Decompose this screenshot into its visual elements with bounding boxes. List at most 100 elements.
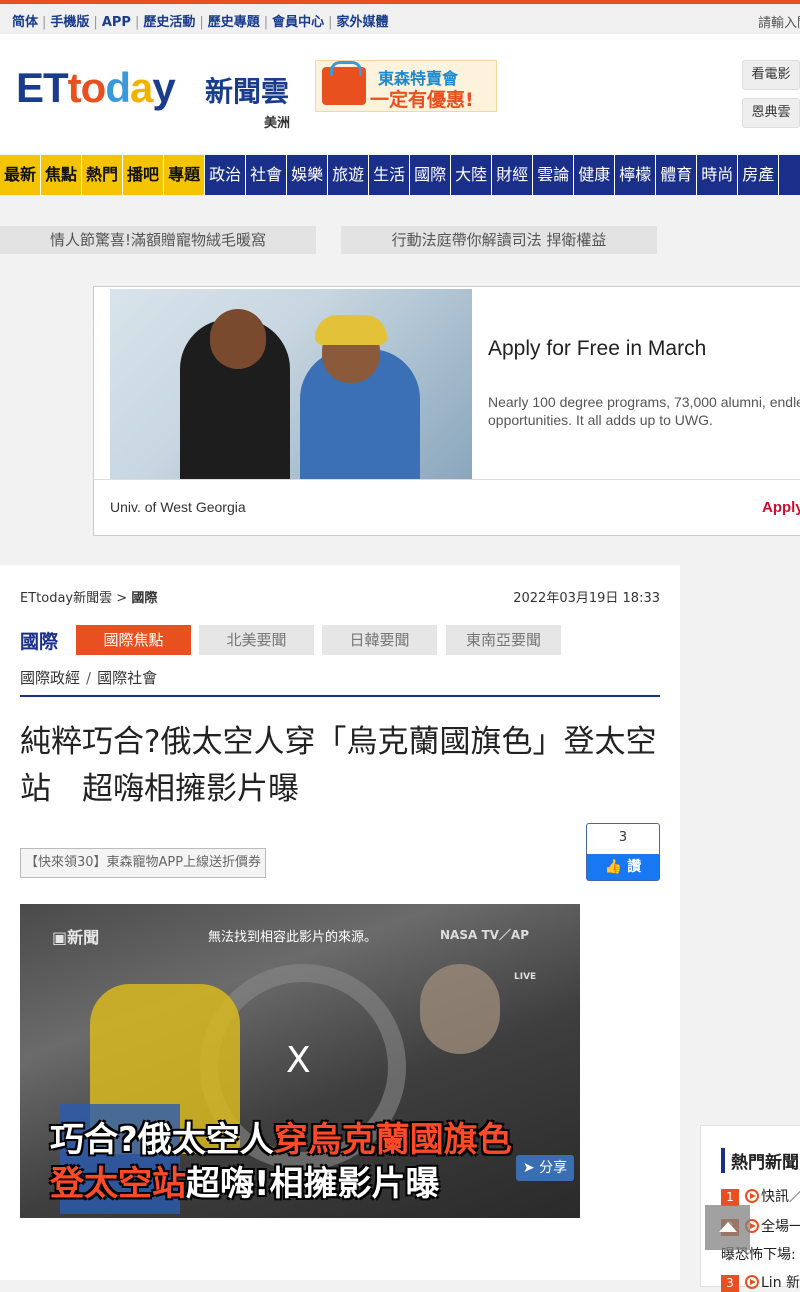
share-icon: ➤ — [522, 1160, 535, 1176]
nav-health[interactable]: 健康 — [574, 155, 616, 195]
caption2-red: 登太空站 — [50, 1164, 186, 1204]
logo-cn-text[interactable]: 新聞雲 — [205, 70, 289, 110]
video-live-badge: LIVE — [514, 972, 537, 982]
nav-society[interactable]: 社會 — [246, 155, 288, 195]
site-logo[interactable]: ETtoday — [16, 64, 176, 112]
article-headline: 純粹巧合?俄太空人穿「烏克蘭國旗色」登太空站 超嗨相擁影片曝 — [20, 724, 657, 807]
caption1-red: 穿烏克蘭國旗色 — [273, 1120, 512, 1160]
nav-fashion[interactable]: 時尚 — [697, 155, 739, 195]
section-title[interactable]: 國際 — [20, 627, 58, 654]
caption1-white: 巧合?俄太空人 — [50, 1120, 274, 1160]
hot-news-text[interactable]: Lin 新 — [761, 1275, 800, 1291]
article-date: 2022年03月19日 18:33 — [513, 591, 660, 606]
top-utility-bar: 简体|手機版|APP|歷史活動|歷史專題|會員中心|家外媒體 請輸入關 — [0, 0, 800, 34]
ad-person-2-hair — [315, 315, 387, 345]
subcategory-links: 國際政經 / 國際社會 — [20, 669, 158, 687]
promo-banner[interactable]: 東森特賣會 一定有優惠! — [315, 60, 497, 112]
play-icon — [745, 1189, 759, 1203]
section-divider — [20, 695, 660, 697]
shopping-bag-icon — [322, 61, 366, 105]
video-player[interactable]: ▣新聞 無法找到相容此影片的來源。 NASA TV／AP LIVE X 巧合?俄… — [20, 904, 580, 1218]
hot-news-item[interactable]: 1 快訊／ — [721, 1186, 800, 1206]
video-error-message: 無法找到相容此影片的來源。 — [208, 930, 378, 945]
movies-button[interactable]: 看電影 — [742, 60, 800, 90]
link-member-center[interactable]: 會員中心 — [272, 15, 324, 30]
link-outdoor-media[interactable]: 家外媒體 — [337, 15, 389, 30]
search-input-placeholder[interactable]: 請輸入關 — [758, 12, 800, 31]
video-caption-line1: 巧合?俄太空人穿烏克蘭國旗色 — [50, 1112, 512, 1161]
hot-news-item[interactable]: 3 Lin 新 — [721, 1272, 800, 1292]
rank-badge: 1 — [721, 1189, 739, 1206]
ad-photo — [110, 289, 472, 479]
breadcrumb-separator: > — [116, 591, 128, 606]
display-ad[interactable]: Apply for Free in March Nearly 100 degre… — [93, 286, 800, 536]
hot-news-title: 熱門新聞 — [721, 1148, 799, 1173]
video-share-button[interactable]: ➤ 分享 — [516, 1155, 574, 1181]
link-app[interactable]: APP — [102, 15, 131, 30]
link-simplified[interactable]: 简体 — [12, 15, 38, 30]
hot-news-text[interactable]: 全場一 — [761, 1219, 800, 1235]
link-mobile[interactable]: 手機版 — [50, 15, 89, 30]
nav-focus[interactable]: 焦點 — [41, 155, 83, 195]
tab-intl-focus[interactable]: 國際焦點 — [76, 625, 191, 655]
facebook-like-button[interactable]: 👍 讚 — [587, 854, 659, 880]
promo-coupon-link[interactable]: 【快來領30】東森寵物APP上線送折價券 — [20, 848, 266, 878]
share-label: 分享 — [539, 1160, 568, 1176]
nav-politics[interactable]: 政治 — [205, 155, 247, 195]
caption2-white: 超嗨!相擁影片曝 — [186, 1164, 440, 1204]
ad-description: Nearly 100 degree programs, 73,000 alumn… — [488, 394, 800, 428]
nav-international[interactable]: 國際 — [410, 155, 452, 195]
video-source-credit: NASA TV／AP — [440, 928, 529, 942]
nav-topics[interactable]: 專題 — [164, 155, 206, 195]
subcat-politics-economy[interactable]: 國際政經 — [20, 669, 80, 687]
tab-north-america[interactable]: 北美要聞 — [199, 625, 314, 655]
nav-bar[interactable]: 播吧 — [123, 155, 165, 195]
tab-southeast-asia[interactable]: 東南亞要聞 — [446, 625, 561, 655]
nav-realestate[interactable]: 房產 — [738, 155, 780, 195]
article-container: ETtoday新聞雲 > 國際 2022年03月19日 18:33 國際 國際焦… — [0, 565, 680, 1280]
thumbs-up-icon: 👍 — [604, 859, 623, 875]
nav-hot[interactable]: 熱門 — [82, 155, 124, 195]
video-brand-text: 新聞 — [67, 928, 100, 947]
nav-entertainment[interactable]: 娛樂 — [287, 155, 329, 195]
like-label: 讚 — [627, 859, 642, 875]
facebook-like-widget[interactable]: 3 👍 讚 — [586, 823, 660, 881]
nav-travel[interactable]: 旅遊 — [328, 155, 370, 195]
subcat-society[interactable]: 國際社會 — [97, 669, 157, 687]
link-history-events[interactable]: 歷史活動 — [143, 15, 195, 30]
video-caption-line2: 登太空站超嗨!相擁影片曝 — [50, 1156, 440, 1205]
tab-japan-korea[interactable]: 日韓要聞 — [322, 625, 437, 655]
nav-sports[interactable]: 體育 — [656, 155, 698, 195]
subpromo-pet[interactable]: 情人節驚喜!滿額贈寵物絨毛暖窩 — [0, 226, 316, 254]
nav-life[interactable]: 生活 — [369, 155, 411, 195]
ad-person-1-head — [210, 309, 266, 369]
main-nav: 最新 焦點 熱門 播吧 專題 政治 社會 娛樂 旅遊 生活 國際 大陸 財經 雲論 健康 檸檬 體育 時尚 房產 — [0, 155, 800, 195]
promo-line2: 一定有優惠! — [370, 89, 474, 111]
nav-latest[interactable]: 最新 — [0, 155, 42, 195]
nav-lemon[interactable]: 檸檬 — [615, 155, 657, 195]
ad-title[interactable]: Apply for Free in March — [488, 337, 706, 361]
ad-divider — [94, 479, 800, 480]
grace-cloud-button[interactable]: 恩典雲 — [742, 98, 800, 128]
video-brand-logo: ▣新聞 — [52, 928, 100, 947]
nav-opinion[interactable]: 雲論 — [533, 155, 575, 195]
nav-china[interactable]: 大陸 — [451, 155, 493, 195]
subpromo-court[interactable]: 行動法庭帶你解讀司法 捍衛權益 — [341, 226, 657, 254]
like-count: 3 — [618, 830, 628, 845]
video-close-button[interactable]: X — [286, 1040, 311, 1081]
breadcrumb: ETtoday新聞雲 > 國際 — [20, 587, 157, 606]
video-astronaut-right — [420, 964, 500, 1054]
breadcrumb-section[interactable]: 國際 — [131, 591, 157, 606]
breadcrumb-home[interactable]: ETtoday新聞雲 — [20, 591, 112, 606]
hot-news-text[interactable]: 快訊／ — [761, 1189, 800, 1205]
ad-sponsor: Univ. of West Georgia — [110, 499, 246, 515]
play-icon — [745, 1275, 759, 1289]
link-history-topics[interactable]: 歷史專題 — [208, 15, 260, 30]
rank-badge: 3 — [721, 1275, 739, 1292]
nav-finance[interactable]: 財經 — [492, 155, 534, 195]
back-to-top-button[interactable] — [705, 1205, 750, 1250]
ad-cta-button[interactable]: Apply Now — [762, 499, 800, 516]
edition-label[interactable]: 美洲 — [264, 112, 290, 131]
top-links: 简体 | 手機版 | APP | 歷史活動 | 歷史專題 | 會員中心 | 家外媒體 — [12, 15, 389, 30]
site-header: ETtoday 新聞雲 美洲 東森特賣會 一定有優惠! 看電影 恩典雲 — [0, 34, 800, 154]
